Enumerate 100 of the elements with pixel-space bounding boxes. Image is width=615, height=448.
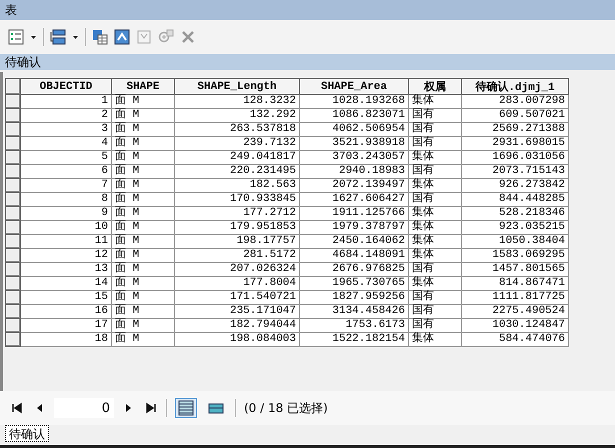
table-cell: 207.026324 bbox=[174, 262, 300, 276]
table-cell: 1522.182154 bbox=[300, 332, 408, 346]
table-cell: 国有 bbox=[408, 108, 462, 122]
table-cell: 609.507021 bbox=[462, 108, 568, 122]
row-header[interactable] bbox=[6, 318, 20, 332]
selected-view-icon bbox=[208, 402, 224, 414]
selection-status: (0 / 18 已选择) bbox=[244, 400, 328, 416]
table-cell: 17 bbox=[20, 318, 112, 332]
delete-icon[interactable] bbox=[180, 29, 196, 45]
table-cell: 面 M bbox=[112, 262, 174, 276]
table-cell: 1086.823071 bbox=[300, 108, 408, 122]
table-cell: 1030.124847 bbox=[462, 318, 568, 332]
row-header[interactable] bbox=[6, 248, 20, 262]
table-cell: 面 M bbox=[112, 178, 174, 192]
table-cell: 6 bbox=[20, 164, 112, 178]
row-header[interactable] bbox=[6, 262, 20, 276]
row-header[interactable] bbox=[6, 136, 20, 150]
table-cell: 235.171047 bbox=[174, 304, 300, 318]
show-all-records-button[interactable] bbox=[175, 398, 197, 418]
table-cell: 220.231495 bbox=[174, 164, 300, 178]
table-cell: 面 M bbox=[112, 332, 174, 346]
table-cell: 面 M bbox=[112, 108, 174, 122]
table-cell: 面 M bbox=[112, 192, 174, 206]
table-cell: 16 bbox=[20, 304, 112, 318]
row-header[interactable] bbox=[6, 234, 20, 248]
table-cell: 国有 bbox=[408, 136, 462, 150]
table-tab[interactable]: 待确认 bbox=[5, 425, 49, 442]
row-header[interactable] bbox=[6, 78, 20, 94]
table-cell: 10 bbox=[20, 220, 112, 234]
row-header[interactable] bbox=[6, 206, 20, 220]
row-header[interactable] bbox=[6, 290, 20, 304]
table-cell: 182.563 bbox=[174, 178, 300, 192]
row-header[interactable] bbox=[6, 276, 20, 290]
table-cell: 4062.506954 bbox=[300, 122, 408, 136]
table-cell: 面 M bbox=[112, 94, 174, 108]
table-cell: 1696.031056 bbox=[462, 150, 568, 164]
select-by-attributes-icon[interactable] bbox=[92, 29, 108, 45]
table-cell: 814.867471 bbox=[462, 276, 568, 290]
column-header[interactable]: 待确认.djmj_1 bbox=[462, 78, 568, 94]
record-field[interactable]: 0 bbox=[54, 398, 114, 418]
row-header[interactable] bbox=[6, 164, 20, 178]
table-cell: 923.035215 bbox=[462, 220, 568, 234]
first-record-icon[interactable] bbox=[10, 400, 24, 416]
column-header[interactable]: SHAPE_Length bbox=[174, 78, 300, 94]
table-title: 待确认 bbox=[5, 54, 41, 70]
table-cell: 1911.125766 bbox=[300, 206, 408, 220]
table-cell: 集体 bbox=[408, 178, 462, 192]
table-cell: 263.537818 bbox=[174, 122, 300, 136]
table-cell: 面 M bbox=[112, 276, 174, 290]
row-header[interactable] bbox=[6, 178, 20, 192]
table-cell: 集体 bbox=[408, 206, 462, 220]
column-header[interactable]: 权属 bbox=[408, 78, 462, 94]
table-cell: 1050.38404 bbox=[462, 234, 568, 248]
table-cell: 集体 bbox=[408, 276, 462, 290]
last-record-icon[interactable] bbox=[144, 400, 158, 416]
list-options-icon[interactable] bbox=[8, 29, 24, 45]
table-cell: 面 M bbox=[112, 234, 174, 248]
row-header[interactable] bbox=[6, 220, 20, 234]
row-header[interactable] bbox=[6, 304, 20, 318]
table-cell: 面 M bbox=[112, 122, 174, 136]
table-cell: 2676.976825 bbox=[300, 262, 408, 276]
table-cell: 国有 bbox=[408, 192, 462, 206]
table-cell: 2450.164062 bbox=[300, 234, 408, 248]
row-header[interactable] bbox=[6, 150, 20, 164]
column-header[interactable]: SHAPE bbox=[112, 78, 174, 94]
column-header[interactable]: SHAPE_Area bbox=[300, 78, 408, 94]
table-cell: 2931.698015 bbox=[462, 136, 568, 150]
row-header[interactable] bbox=[6, 94, 20, 108]
table-cell: 面 M bbox=[112, 220, 174, 234]
table-cell: 国有 bbox=[408, 304, 462, 318]
row-header[interactable] bbox=[6, 108, 20, 122]
table-cell: 128.3232 bbox=[174, 94, 300, 108]
row-header[interactable] bbox=[6, 122, 20, 136]
table-cell: 1753.6173 bbox=[300, 318, 408, 332]
table-cell: 281.5172 bbox=[174, 248, 300, 262]
table-cell: 集体 bbox=[408, 220, 462, 234]
table-cell: 1 bbox=[20, 94, 112, 108]
table-cell: 179.951853 bbox=[174, 220, 300, 234]
table-cell: 8 bbox=[20, 192, 112, 206]
table-cell: 7 bbox=[20, 178, 112, 192]
table-cell: 1979.378797 bbox=[300, 220, 408, 234]
table-cell: 283.007298 bbox=[462, 94, 568, 108]
table-cell: 12 bbox=[20, 248, 112, 262]
table-cell: 面 M bbox=[112, 318, 174, 332]
column-header[interactable]: OBJECTID bbox=[20, 78, 112, 94]
table-cell: 4684.148091 bbox=[300, 248, 408, 262]
table-cell: 239.7132 bbox=[174, 136, 300, 150]
table-cell: 18 bbox=[20, 332, 112, 346]
table-cell: 国有 bbox=[408, 122, 462, 136]
table-cell: 1627.606427 bbox=[300, 192, 408, 206]
table-cell: 4 bbox=[20, 136, 112, 150]
table-cell: 171.540721 bbox=[174, 290, 300, 304]
table-cell: 面 M bbox=[112, 248, 174, 262]
table-cell: 2940.18983 bbox=[300, 164, 408, 178]
row-header[interactable] bbox=[6, 332, 20, 346]
table-cell: 面 M bbox=[112, 164, 174, 178]
table-cell: 集体 bbox=[408, 332, 462, 346]
row-header[interactable] bbox=[6, 192, 20, 206]
related-tables-icon[interactable] bbox=[50, 29, 66, 45]
table-cell: 177.8004 bbox=[174, 276, 300, 290]
